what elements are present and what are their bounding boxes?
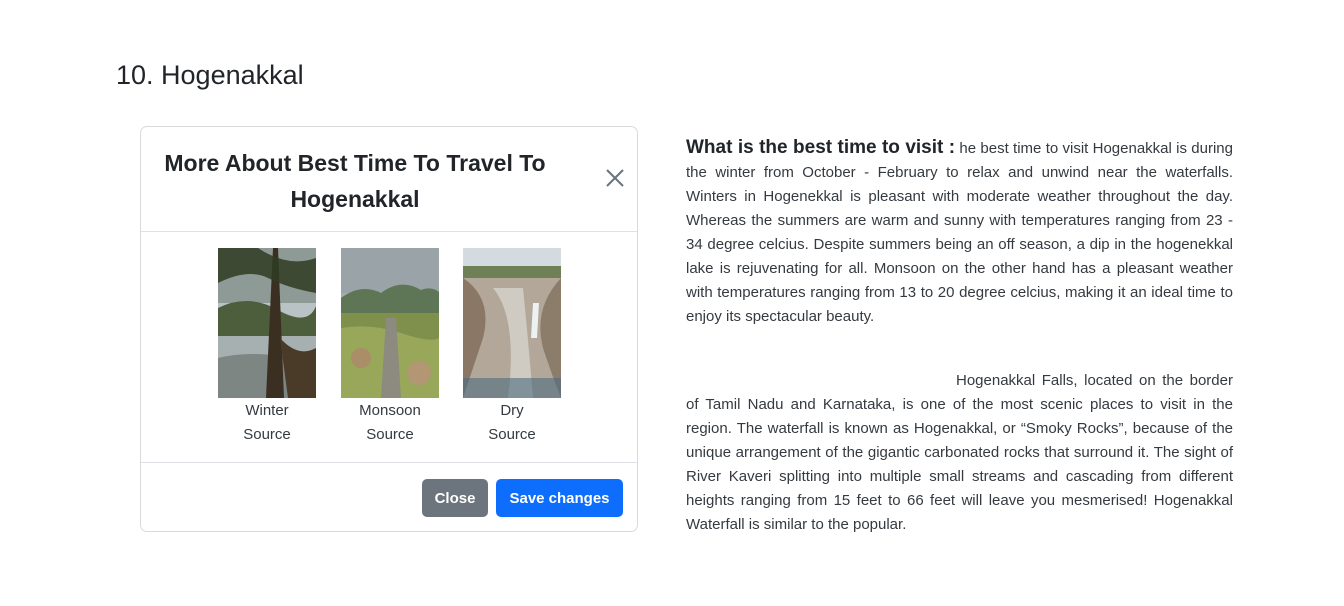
modal-dialog: More About Best Time To Travel To Hogena… [140,126,638,532]
modal-title: More About Best Time To Travel To Hogena… [164,150,546,212]
source-label: Source [243,426,291,443]
figure-caption: Monsoon Source [330,399,450,447]
figure-monsoon: Monsoon Source [330,248,450,447]
figure-caption: Dry Source [452,399,572,447]
page-heading: 10. Hogenakkal [116,60,304,90]
best-time-paragraph: What is the best time to visit : he best… [686,136,1233,329]
description-text: Hogenakkal Falls, located on the border … [686,372,1233,533]
figure-caption: Winter Source [207,399,327,447]
modal-body: Winter Source Monsoon Source Dry Source [141,232,637,463]
figure-dry: Dry Source [452,248,572,447]
season-label: Dry [500,402,524,419]
source-label: Source [488,426,536,443]
source-label: Source [366,426,414,443]
article-text: What is the best time to visit : he best… [686,136,1233,537]
monsoon-photo [341,248,439,398]
modal-footer: Close Save changes [141,463,637,531]
best-time-question: What is the best time to visit : [686,137,956,158]
figure-winter: Winter Source [207,248,327,447]
close-icon[interactable] [604,167,626,189]
best-time-answer: he best time to visit Hogenakkal is duri… [686,140,1233,325]
close-button[interactable]: Close [422,479,488,517]
winter-photo [218,248,316,398]
modal-header: More About Best Time To Travel To Hogena… [141,127,637,232]
page: 10. Hogenakkal More About Best Time To T… [0,0,1344,606]
season-label: Winter [245,402,289,419]
save-changes-button[interactable]: Save changes [496,479,623,517]
dry-photo [463,248,561,398]
description-paragraph: Hogenakkal Falls, located on the border … [686,369,1233,537]
season-label: Monsoon [359,402,421,419]
